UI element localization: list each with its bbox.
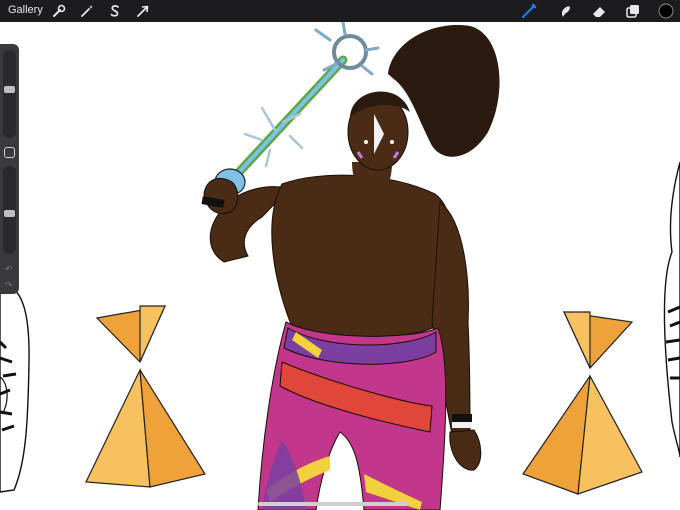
smudge-icon[interactable] <box>556 2 574 20</box>
gallery-button[interactable]: Gallery <box>8 4 43 16</box>
brush-icon[interactable] <box>520 2 538 20</box>
eraser-icon[interactable] <box>590 2 608 20</box>
color-swatch-icon[interactable] <box>657 2 675 20</box>
right-pyramids <box>522 311 643 495</box>
right-partial-figure <box>663 161 680 458</box>
selection-s-icon[interactable] <box>106 2 124 20</box>
left-sidebar: ↶ ↷ <box>0 44 19 294</box>
redo-icon[interactable]: ↷ <box>5 280 13 291</box>
brush-size-slider[interactable] <box>3 50 16 138</box>
home-indicator <box>258 502 408 506</box>
opacity-slider[interactable] <box>3 166 16 254</box>
undo-icon[interactable]: ↶ <box>5 264 13 275</box>
top-toolbar: Gallery <box>0 0 680 22</box>
left-pyramids <box>85 305 206 488</box>
transform-arrow-icon[interactable] <box>134 2 152 20</box>
left-partial-figure <box>0 283 30 493</box>
layers-icon[interactable] <box>624 2 642 20</box>
brush-size-thumb[interactable] <box>4 86 15 93</box>
opacity-thumb[interactable] <box>4 210 15 217</box>
modify-button[interactable] <box>4 147 15 158</box>
magic-wand-icon[interactable] <box>78 2 96 20</box>
drawing-canvas[interactable] <box>0 22 680 510</box>
character <box>201 91 482 510</box>
wrench-icon[interactable] <box>50 2 68 20</box>
